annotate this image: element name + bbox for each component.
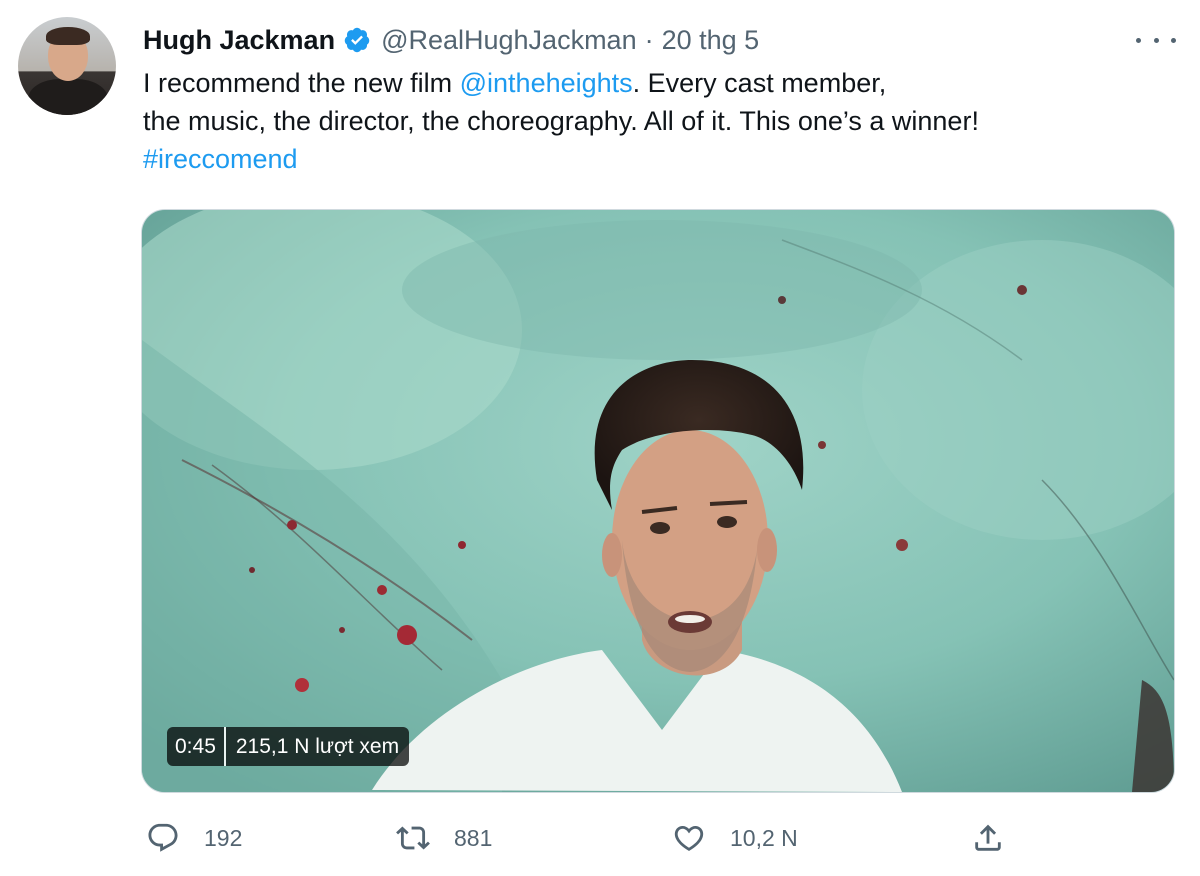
avatar-shirt bbox=[28, 79, 108, 115]
retweet-icon bbox=[396, 826, 430, 850]
video-view-count: 215,1 N lượt xem bbox=[225, 727, 410, 766]
like-count: 10,2 N bbox=[730, 824, 798, 851]
tweet-text-line-1: I recommend the new film @intheheights. … bbox=[143, 64, 1163, 102]
author-display-name[interactable]: Hugh Jackman bbox=[143, 25, 335, 56]
retweet-count: 881 bbox=[454, 824, 493, 851]
tweet-text-suffix: . Every cast member, bbox=[632, 68, 887, 98]
reply-icon bbox=[148, 823, 178, 852]
verified-badge-icon bbox=[343, 26, 371, 54]
mention-link[interactable]: @intheheights bbox=[460, 68, 633, 98]
like-button[interactable]: 10,2 N bbox=[672, 816, 798, 860]
tweet-date[interactable]: 20 thg 5 bbox=[662, 25, 760, 56]
video-frame bbox=[142, 210, 1174, 792]
video-info-badge: 0:45 215,1 N lượt xem bbox=[167, 727, 410, 766]
video-player[interactable] bbox=[141, 209, 1175, 793]
tweet[interactable]: Hugh Jackman @RealHughJackman · 20 thg 5… bbox=[0, 0, 1200, 876]
avatar-hair bbox=[46, 27, 90, 45]
tweet-text: I recommend the new film @intheheights. … bbox=[143, 64, 1163, 178]
author-handle[interactable]: @RealHughJackman bbox=[381, 25, 637, 56]
tweet-text-prefix: I recommend the new film bbox=[143, 68, 460, 98]
header-separator: · bbox=[644, 24, 654, 55]
tweet-header: Hugh Jackman @RealHughJackman · 20 thg 5 bbox=[143, 22, 759, 58]
more-icon[interactable] bbox=[1136, 26, 1176, 54]
hashtag-link[interactable]: #ireccomend bbox=[143, 144, 298, 174]
video-duration: 0:45 bbox=[167, 727, 224, 766]
tweet-text-line-2: the music, the director, the choreograph… bbox=[143, 106, 979, 136]
retweet-button[interactable]: 881 bbox=[396, 816, 492, 860]
reply-count: 192 bbox=[204, 824, 243, 851]
more-dot bbox=[1136, 37, 1141, 43]
more-dot bbox=[1171, 37, 1176, 43]
reply-button[interactable]: 192 bbox=[146, 816, 242, 860]
more-dot bbox=[1153, 37, 1159, 43]
share-icon bbox=[975, 824, 1001, 851]
share-button[interactable] bbox=[971, 816, 1005, 860]
heart-icon bbox=[674, 825, 704, 851]
avatar[interactable] bbox=[18, 17, 116, 115]
